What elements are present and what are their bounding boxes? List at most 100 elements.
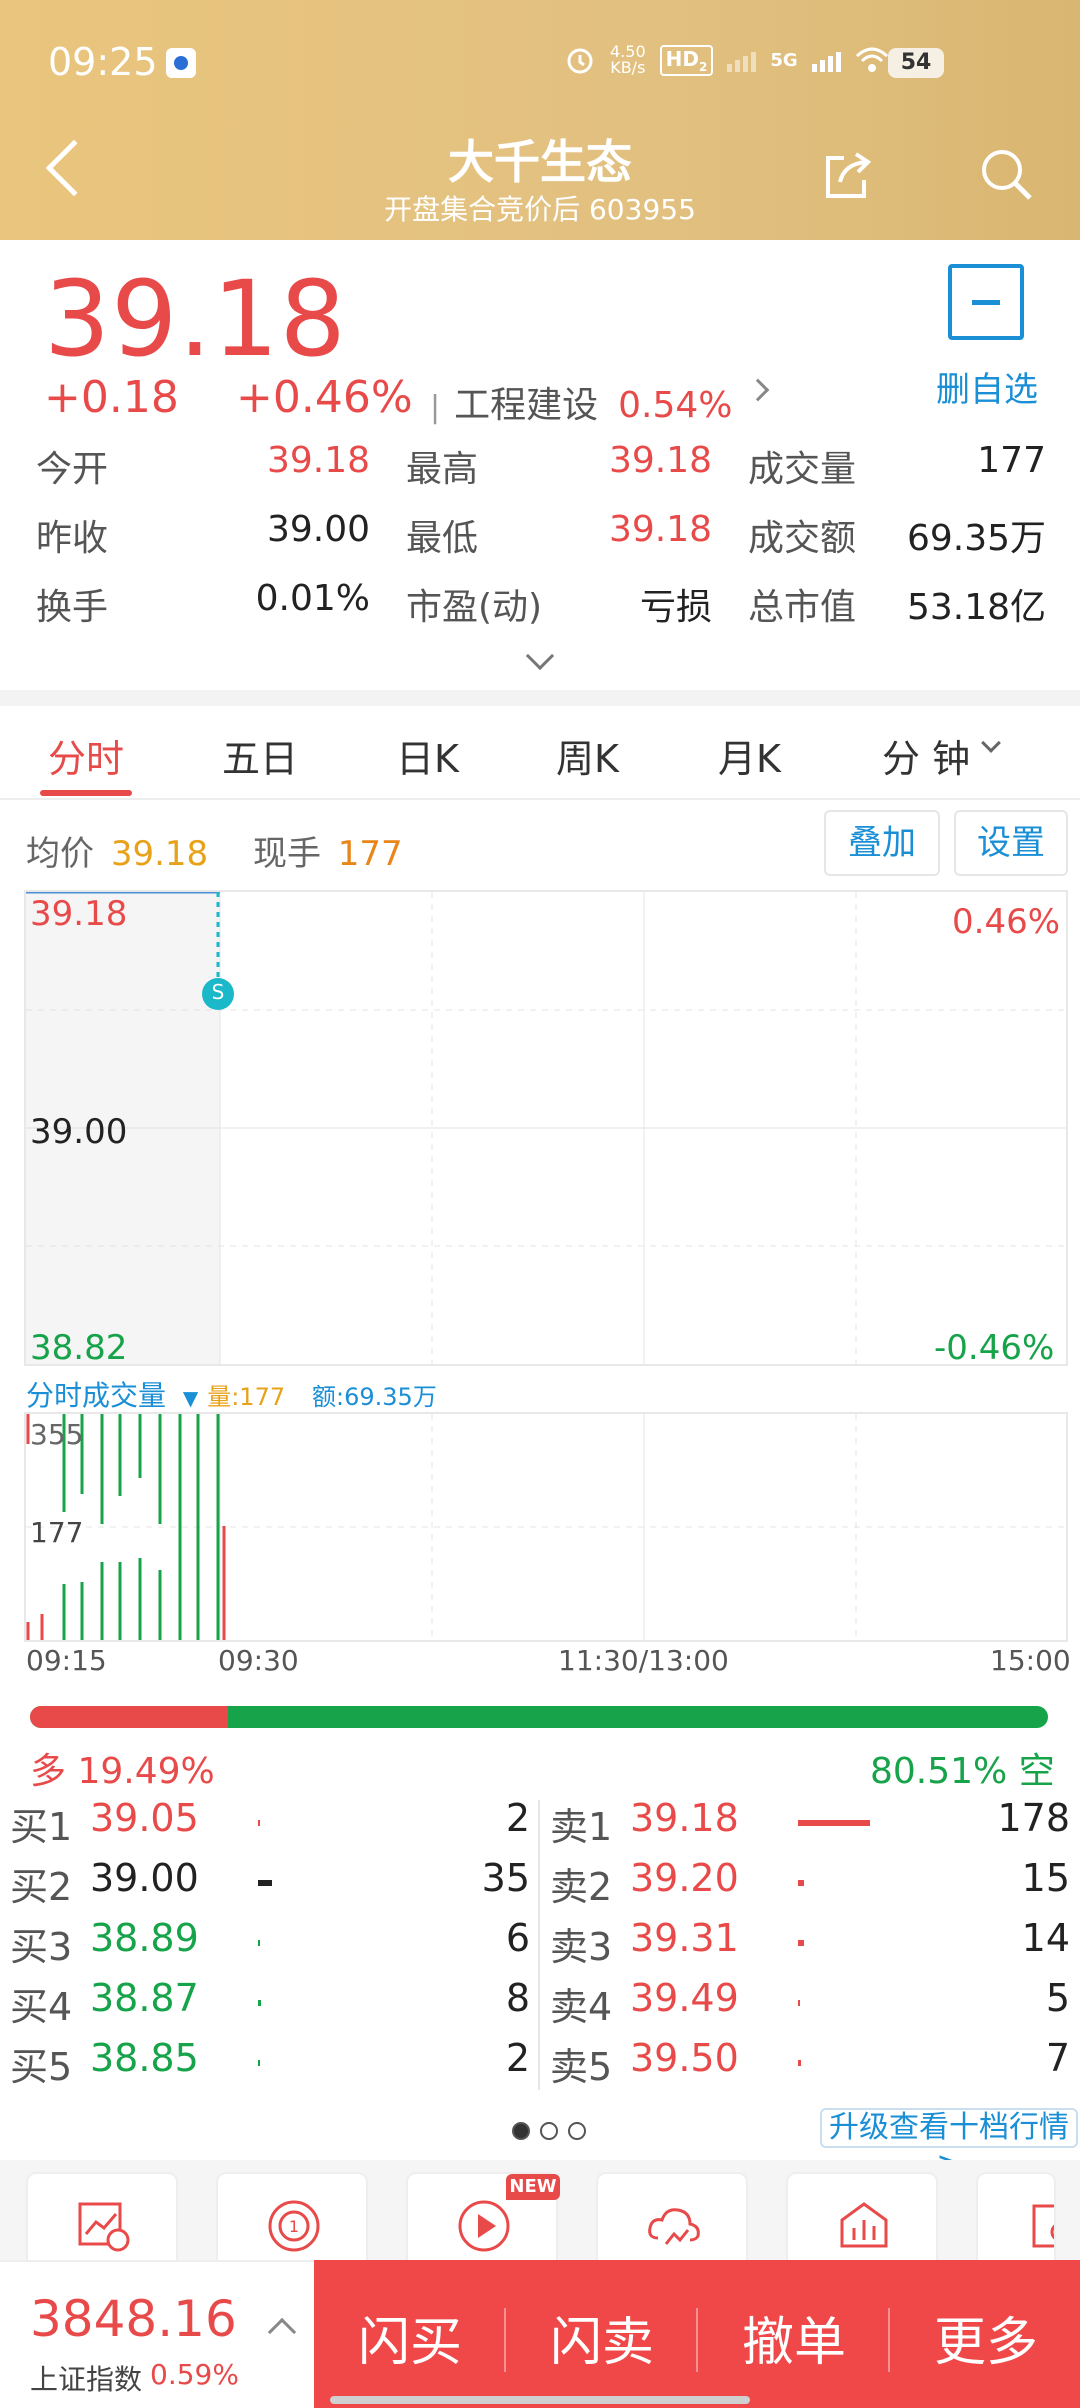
tab-monthly-k[interactable]: 月K — [718, 728, 781, 783]
order-qty-bar — [258, 2000, 261, 2006]
tab-weekly-k[interactable]: 周K — [556, 728, 619, 783]
hand-label: 现手 — [252, 834, 321, 874]
stat-label: 成交量 — [748, 449, 857, 490]
shortcut-medal[interactable]: 1 — [216, 2172, 368, 2272]
bid-row[interactable]: 买4 38.87 8 — [0, 1976, 530, 2036]
tab-intraday[interactable]: 分时 — [48, 728, 124, 783]
order-level-label: 卖5 — [550, 2045, 613, 2089]
tab-minute[interactable]: 分 钟 — [882, 728, 970, 783]
ask-row[interactable]: 卖3 39.31 14 — [540, 1916, 1070, 1976]
remove-watchlist-button[interactable] — [948, 264, 1024, 340]
stat-label: 总市值 — [748, 587, 857, 628]
status-icons: 4.50 KB/s HD2 5G — [564, 44, 889, 76]
order-qty: 14 — [1021, 1916, 1070, 1960]
tab-daily-k[interactable]: 日K — [396, 728, 459, 783]
remove-watchlist-label[interactable]: 删自选 — [936, 362, 1038, 411]
avg-value: 39.18 — [110, 834, 209, 874]
volume-title: 分时成交量 — [26, 1379, 167, 1412]
action-divider — [888, 2308, 890, 2372]
flash-buy-button[interactable]: 闪买 — [358, 2300, 462, 2375]
order-level-label: 卖4 — [550, 1985, 613, 2029]
divider — [0, 690, 1080, 706]
order-level-label: 卖1 — [550, 1805, 613, 1849]
order-price: 38.85 — [90, 2036, 199, 2080]
status-bar: 09:25 4.50 KB/s HD2 5G 54 — [0, 0, 1080, 120]
more-button[interactable]: 更多 — [934, 2300, 1038, 2375]
stat-label: 最低 — [406, 518, 479, 559]
pct-axis-low: -0.46% — [934, 1328, 1055, 1368]
price-change: +0.18 — [44, 372, 179, 423]
order-qty-bar — [798, 1880, 804, 1886]
y-axis-high: 39.18 — [30, 894, 128, 934]
order-qty: 2 — [505, 2036, 530, 2080]
ask-row[interactable]: 卖4 39.49 5 — [540, 1976, 1070, 2036]
order-price: 38.89 — [90, 1916, 199, 1960]
action-divider — [696, 2308, 698, 2372]
time-label-midday: 11:30/13:00 — [558, 1644, 729, 1677]
bid-row[interactable]: 买1 39.05 2 — [0, 1796, 530, 1856]
search-icon[interactable] — [978, 146, 1034, 202]
chevron-right-icon[interactable] — [746, 378, 770, 402]
chevron-up-icon[interactable] — [267, 2317, 297, 2347]
settings-button[interactable]: 设置 — [954, 810, 1068, 876]
home-indicator[interactable] — [330, 2396, 750, 2404]
expand-chevron-icon[interactable] — [525, 641, 555, 671]
sector-link[interactable]: | 工程建设 0.54% — [430, 376, 733, 428]
index-ticker[interactable]: 3848.16 上证指数 0.59% — [0, 2260, 314, 2408]
index-pct: 0.59% — [150, 2358, 239, 2391]
hand-value: 177 — [337, 834, 403, 874]
stat-value: 177 — [977, 440, 1046, 481]
order-qty-bar — [798, 1820, 870, 1826]
page-indicator — [512, 2122, 586, 2140]
stat-value: 69.35万 — [906, 518, 1046, 559]
stat-value: 0.01% — [255, 578, 370, 619]
intraday-volume-chart[interactable] — [24, 1412, 1068, 1642]
order-qty-bar — [798, 1940, 804, 1946]
shortcut-cloud[interactable] — [596, 2172, 748, 2272]
order-price: 39.31 — [630, 1916, 739, 1960]
volume-chart-svg — [26, 1414, 1066, 1640]
order-level-label: 买3 — [10, 1925, 73, 1969]
sell-ratio-label: 80.51% 空 — [870, 1751, 1055, 1792]
price-chart-svg — [26, 892, 1066, 1364]
index-name: 上证指数 — [30, 2363, 143, 2396]
document-search-icon — [1032, 2204, 1054, 2248]
shortcut-more[interactable] — [976, 2172, 1056, 2272]
order-qty: 6 — [505, 1916, 530, 1960]
order-price: 39.50 — [630, 2036, 739, 2080]
ask-row[interactable]: 卖2 39.20 15 — [540, 1856, 1070, 1916]
overlay-button[interactable]: 叠加 — [824, 810, 940, 876]
sector-name: 工程建设 — [454, 385, 599, 426]
upgrade-level10-link[interactable]: 升级查看十档行情> — [820, 2108, 1078, 2181]
order-price: 39.20 — [630, 1856, 739, 1900]
order-level-label: 卖2 — [550, 1865, 613, 1909]
order-price: 38.87 — [90, 1976, 199, 2020]
order-qty: 35 — [481, 1856, 530, 1900]
buy-ratio-label: 多 19.49% — [30, 1751, 215, 1792]
vol-axis-mid: 177 — [30, 1516, 84, 1549]
bid-row[interactable]: 买2 39.00 35 — [0, 1856, 530, 1916]
new-badge: NEW — [506, 2174, 560, 2200]
stat-row: 换手 0.01% 市盈(动) 亏损 总市值 53.18亿 — [0, 578, 1080, 638]
tab-five-day[interactable]: 五日 — [222, 728, 298, 783]
bid-row[interactable]: 买3 38.89 6 — [0, 1916, 530, 1976]
order-price: 39.18 — [630, 1796, 739, 1840]
cancel-order-button[interactable]: 撤单 — [742, 2300, 846, 2375]
bottom-bar: 3848.16 上证指数 0.59% 闪买 闪卖 撤单 更多 — [0, 2260, 1080, 2408]
bid-row[interactable]: 买5 38.85 2 — [0, 2036, 530, 2096]
buy-ratio-fill — [30, 1706, 229, 1728]
order-qty-bar — [798, 2000, 800, 2006]
shortcut-chart-clock[interactable] — [26, 2172, 178, 2272]
share-icon[interactable] — [822, 150, 872, 200]
intraday-price-chart[interactable]: S — [24, 890, 1068, 1366]
order-qty: 7 — [1045, 2036, 1070, 2080]
ask-row[interactable]: 卖5 39.50 7 — [540, 2036, 1070, 2096]
stat-value: 39.18 — [608, 440, 712, 481]
volume-qty: 量:177 — [207, 1383, 286, 1411]
ask-row[interactable]: 卖1 39.18 178 — [540, 1796, 1070, 1856]
stock-name: 大千生态 — [448, 135, 632, 189]
volume-title-row[interactable]: 分时成交量 ▼ 量:177 额:69.35万 — [26, 1374, 437, 1414]
y-axis-mid: 39.00 — [30, 1112, 128, 1152]
shortcut-bank[interactable] — [786, 2172, 938, 2272]
flash-sell-button[interactable]: 闪卖 — [550, 2300, 654, 2375]
